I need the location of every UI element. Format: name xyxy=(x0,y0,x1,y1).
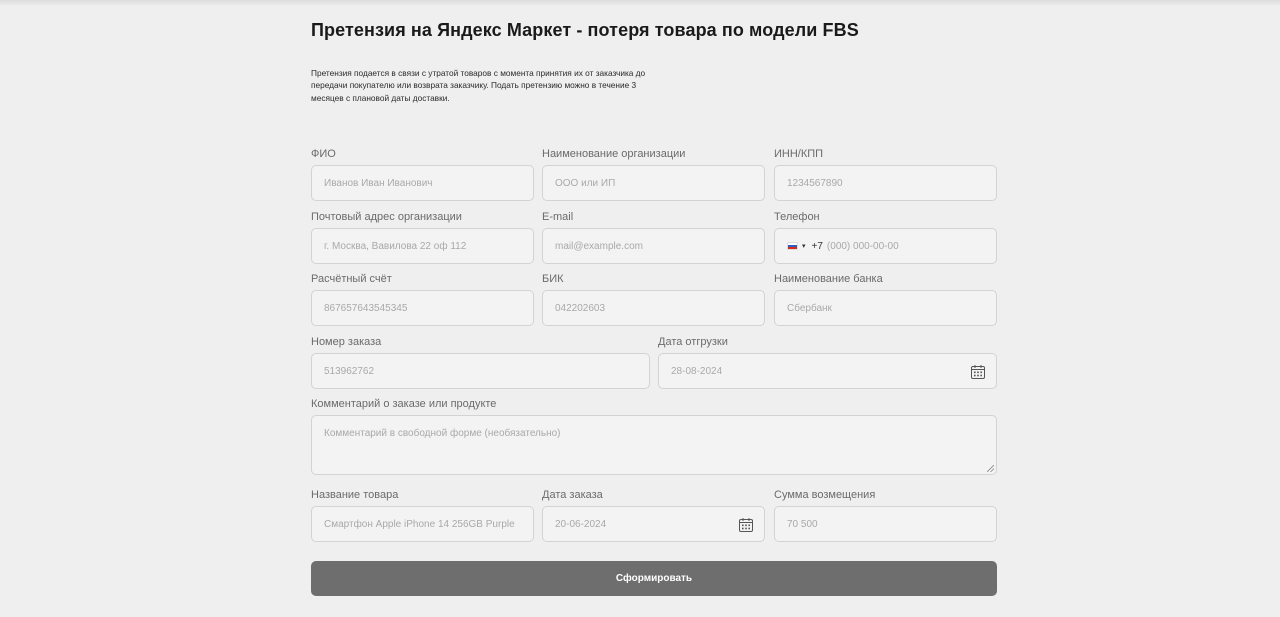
refund-amount-label: Сумма возмещения xyxy=(774,489,876,501)
org-name-label: Наименование организации xyxy=(542,148,686,160)
flag-ru-icon[interactable] xyxy=(787,242,798,250)
email-input[interactable]: mail@example.com xyxy=(542,228,765,264)
comment-field: Комментарий о заказе или продукте Коммен… xyxy=(311,398,997,475)
order-date-placeholder: 20-06-2024 xyxy=(555,518,607,530)
product-name-field: Название товара Смартфон Apple iPhone 14… xyxy=(311,489,534,542)
postal-address-placeholder: г. Москва, Вавилова 22 оф 112 xyxy=(324,240,467,252)
calendar-icon[interactable] xyxy=(970,364,986,380)
phone-label: Телефон xyxy=(774,211,820,223)
account-field: Расчётный счёт 867657643545345 xyxy=(311,273,534,326)
resize-handle-icon[interactable] xyxy=(987,465,994,472)
bik-input[interactable]: 042202603 xyxy=(542,290,765,326)
product-name-label: Название товара xyxy=(311,489,399,501)
chevron-down-icon[interactable]: ▾ xyxy=(802,242,806,250)
org-name-field: Наименование организации ООО или ИП xyxy=(542,148,765,201)
comment-label: Комментарий о заказе или продукте xyxy=(311,398,497,410)
fio-placeholder: Иванов Иван Иванович xyxy=(324,177,433,189)
account-label: Расчётный счёт xyxy=(311,273,392,285)
phone-placeholder: (000) 000-00-00 xyxy=(826,240,899,252)
submit-button[interactable]: Сформировать xyxy=(311,561,997,596)
comment-textarea[interactable]: Комментарий в свободной форме (необязате… xyxy=(311,415,997,475)
refund-amount-placeholder: 70 500 xyxy=(787,518,818,530)
order-number-label: Номер заказа xyxy=(311,336,382,348)
order-date-field: Дата заказа 20-06-2024 xyxy=(542,489,765,542)
phone-input[interactable]: ▾ +7 (000) 000-00-00 xyxy=(774,228,997,264)
email-placeholder: mail@example.com xyxy=(555,240,643,252)
bank-name-label: Наименование банка xyxy=(774,273,883,285)
inn-kpp-placeholder: 1234567890 xyxy=(787,177,843,189)
refund-amount-field: Сумма возмещения 70 500 xyxy=(774,489,997,542)
fio-input[interactable]: Иванов Иван Иванович xyxy=(311,165,534,201)
page-description: Претензия подается в связи с утратой тов… xyxy=(311,68,646,103)
org-name-input[interactable]: ООО или ИП xyxy=(542,165,765,201)
shipment-date-placeholder: 28-08-2024 xyxy=(671,365,723,377)
account-placeholder: 867657643545345 xyxy=(324,302,408,314)
bik-label: БИК xyxy=(542,273,564,285)
order-date-input[interactable]: 20-06-2024 xyxy=(542,506,765,542)
comment-placeholder: Комментарий в свободной форме (необязате… xyxy=(324,428,561,439)
postal-address-field: Почтовый адрес организации г. Москва, Ва… xyxy=(311,211,534,264)
product-name-placeholder: Смартфон Apple iPhone 14 256GB Purple xyxy=(324,518,515,530)
product-name-input[interactable]: Смартфон Apple iPhone 14 256GB Purple xyxy=(311,506,534,542)
order-number-input[interactable]: 513962762 xyxy=(311,353,650,389)
refund-amount-input[interactable]: 70 500 xyxy=(774,506,997,542)
order-date-label: Дата заказа xyxy=(542,489,603,501)
calendar-icon[interactable] xyxy=(738,517,754,533)
phone-country-code: +7 xyxy=(811,240,823,252)
page-title: Претензия на Яндекс Маркет - потеря това… xyxy=(311,20,859,40)
inn-kpp-label: ИНН/КПП xyxy=(774,148,824,160)
bik-placeholder: 042202603 xyxy=(555,302,606,314)
email-field: E-mail mail@example.com xyxy=(542,211,765,264)
shipment-date-field: Дата отгрузки 28-08-2024 xyxy=(658,336,997,389)
shipment-date-input[interactable]: 28-08-2024 xyxy=(658,353,997,389)
fio-field: ФИО Иванов Иван Иванович xyxy=(311,148,534,201)
bik-field: БИК 042202603 xyxy=(542,273,765,326)
postal-address-input[interactable]: г. Москва, Вавилова 22 оф 112 xyxy=(311,228,534,264)
org-name-placeholder: ООО или ИП xyxy=(555,177,616,189)
shipment-date-label: Дата отгрузки xyxy=(658,336,728,348)
order-number-placeholder: 513962762 xyxy=(324,365,375,377)
account-input[interactable]: 867657643545345 xyxy=(311,290,534,326)
bank-name-placeholder: Сбербанк xyxy=(787,302,832,314)
phone-field: Телефон ▾ +7 (000) 000-00-00 xyxy=(774,211,997,264)
postal-address-label: Почтовый адрес организации xyxy=(311,211,462,223)
bank-name-input[interactable]: Сбербанк xyxy=(774,290,997,326)
top-shadow xyxy=(0,0,1280,6)
fio-label: ФИО xyxy=(311,148,336,160)
inn-kpp-input[interactable]: 1234567890 xyxy=(774,165,997,201)
inn-kpp-field: ИНН/КПП 1234567890 xyxy=(774,148,997,201)
email-label: E-mail xyxy=(542,211,574,223)
bank-name-field: Наименование банка Сбербанк xyxy=(774,273,997,326)
order-number-field: Номер заказа 513962762 xyxy=(311,336,650,389)
